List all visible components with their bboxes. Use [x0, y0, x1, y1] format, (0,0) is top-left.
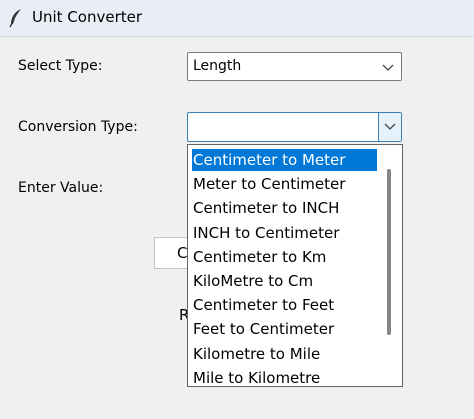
dropdown-option[interactable]: Mile to Kilometre: [192, 367, 320, 389]
dropdown-option[interactable]: Meter to Centimeter: [192, 173, 345, 195]
enter-value-label: Enter Value:: [18, 180, 104, 196]
title-bar: Unit Converter: [0, 0, 474, 37]
conversion-type-label: Conversion Type:: [18, 119, 138, 135]
scrollbar-thumb[interactable]: [387, 169, 391, 335]
dropdown-option[interactable]: Centimeter to INCH: [192, 197, 339, 219]
feather-icon: [8, 8, 24, 28]
dropdown-option[interactable]: Feet to Centimeter: [192, 318, 334, 340]
dropdown-option[interactable]: Centimeter to Feet: [192, 294, 334, 316]
select-type-label: Select Type:: [18, 58, 103, 74]
chevron-down-icon[interactable]: [381, 59, 395, 73]
select-type-combobox[interactable]: Length: [187, 52, 402, 81]
conversion-type-dropdown-button[interactable]: [378, 113, 401, 141]
dropdown-option[interactable]: INCH to Centimeter: [192, 222, 339, 244]
conversion-type-combobox[interactable]: [187, 112, 402, 142]
select-type-value: Length: [193, 58, 242, 74]
conversion-type-dropdown-list[interactable]: Centimeter to Meter Meter to Centimeter Ce…: [187, 144, 403, 387]
window-title: Unit Converter: [32, 8, 143, 26]
dropdown-option[interactable]: KiloMetre to Cm: [192, 270, 313, 292]
dropdown-option[interactable]: Kilometre to Mile: [192, 343, 320, 365]
dropdown-option[interactable]: Centimeter to Meter: [192, 149, 377, 171]
dropdown-option[interactable]: Centimeter to Km: [192, 246, 326, 268]
convert-button-label: C: [177, 244, 188, 262]
